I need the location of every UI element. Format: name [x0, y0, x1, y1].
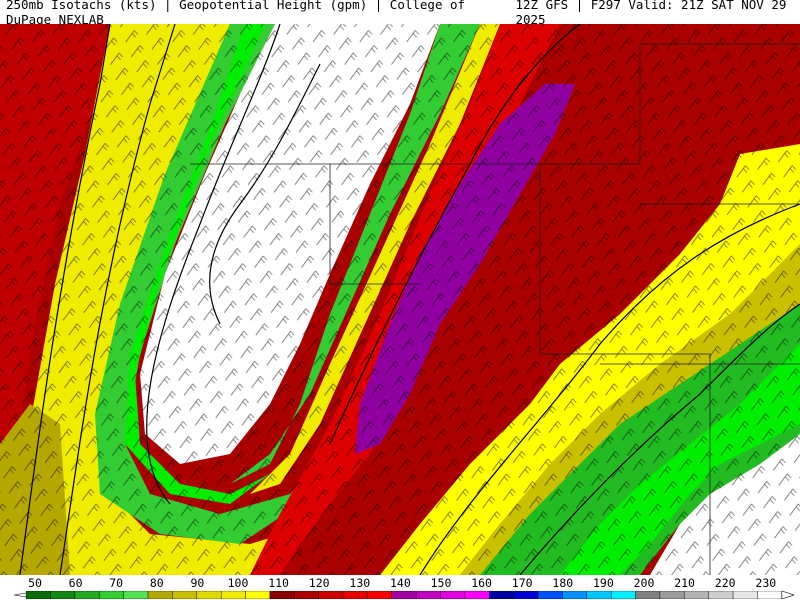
legend-tick: 200	[633, 576, 655, 590]
legend-tick: 160	[471, 576, 492, 590]
legend-swatch	[562, 591, 588, 599]
legend-swatch	[635, 591, 661, 599]
legend-swatch	[25, 591, 51, 599]
legend-tick: 220	[714, 576, 736, 590]
legend-swatch	[659, 591, 685, 599]
legend-swatch	[391, 591, 417, 599]
legend-tick: 80	[149, 576, 164, 590]
header-run-info: 12Z GFS | F297 Valid: 21Z SAT NOV 29 202…	[515, 0, 787, 27]
legend-swatch	[367, 591, 393, 599]
header-title: 250mb Isotachs (kts) | Geopotential Heig…	[6, 0, 466, 27]
legend-tick: 210	[674, 576, 695, 590]
legend-tick: 110	[268, 576, 289, 590]
legend-swatch	[220, 591, 246, 599]
legend-tick: 120	[308, 576, 330, 590]
legend-swatch	[537, 591, 563, 599]
legend-swatch	[440, 591, 466, 599]
legend-swatch	[684, 591, 709, 599]
legend-tick: 150	[430, 576, 452, 590]
isotach-map	[0, 24, 800, 575]
legend-arrow-right	[781, 591, 794, 599]
legend-swatch	[99, 591, 124, 599]
legend-swatch	[196, 591, 222, 599]
wind-barbs	[0, 24, 800, 575]
legend-swatch	[464, 591, 490, 599]
map-header: 250mb Isotachs (kts) | Geopotential Heig…	[0, 0, 800, 27]
legend-swatch	[342, 591, 368, 599]
legend-swatch	[708, 591, 734, 599]
legend-tick: 50	[28, 576, 42, 590]
legend-swatch	[74, 591, 100, 599]
legend-swatch	[732, 591, 758, 599]
legend-swatch	[610, 591, 636, 599]
legend-tick: 60	[68, 576, 83, 590]
legend-swatch	[415, 591, 441, 599]
legend-tick: 90	[190, 576, 205, 590]
legend-tick: 170	[511, 576, 533, 590]
color-legend: 50 60 70 80 90 100 110 120 130 140 150 160 170 180 190…	[0, 575, 800, 600]
legend-tick: 230	[755, 576, 777, 590]
legend-tick: 180	[552, 576, 574, 590]
legend-tick: 140	[390, 576, 411, 590]
legend-swatch	[245, 591, 271, 599]
legend-swatch	[489, 591, 514, 599]
legend-tick: 70	[109, 576, 124, 590]
legend-swatch	[172, 591, 198, 599]
legend-swatch	[123, 591, 149, 599]
legend-swatch	[147, 591, 173, 599]
legend-swatch	[586, 591, 612, 599]
legend-swatch	[269, 591, 295, 599]
legend-tick: 130	[349, 576, 371, 590]
legend-swatch	[318, 591, 344, 599]
legend-tick: 190	[593, 576, 614, 590]
legend-swatch	[757, 591, 783, 599]
legend-swatch	[294, 591, 319, 599]
legend-swatch	[513, 591, 539, 599]
legend-colorbar	[14, 591, 794, 599]
legend-tick: 100	[227, 576, 249, 590]
legend-swatch	[50, 591, 76, 599]
